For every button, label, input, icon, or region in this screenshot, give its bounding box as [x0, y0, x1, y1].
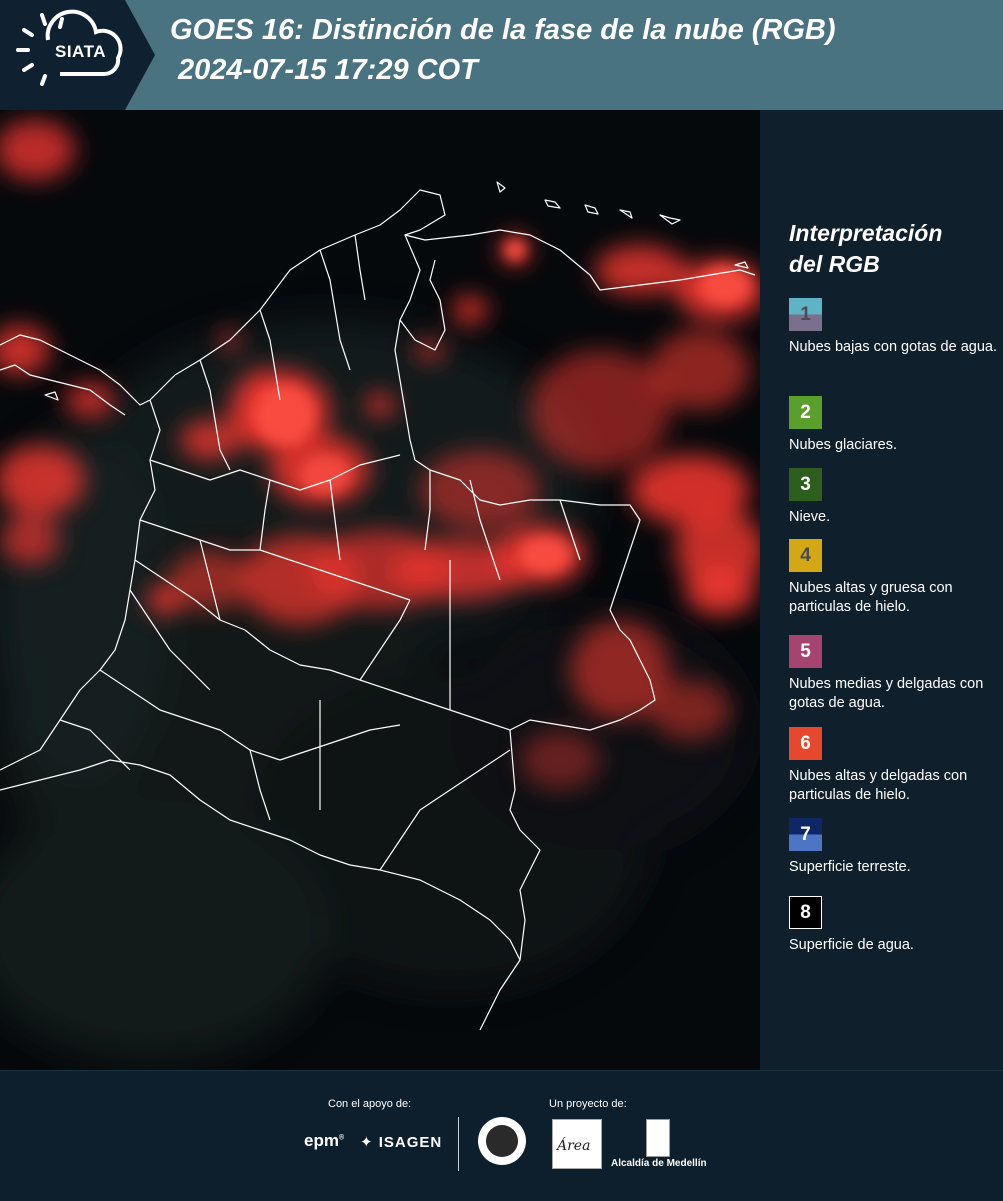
legend-number-2: 2 — [800, 402, 811, 423]
siata-logo-text: SIATA — [55, 42, 106, 61]
alcaldia-label: Alcaldía de Medellín — [611, 1158, 707, 1169]
legend-desc-6: Nubes altas y delgadas con particulas de… — [789, 768, 968, 803]
legend-item-2: 2 Nubes glaciares. — [789, 396, 999, 455]
legend-number-3: 3 — [800, 474, 811, 495]
alcaldia-shield-icon — [646, 1119, 670, 1157]
legend-item-3: 3 Nieve. — [789, 468, 999, 527]
legend-item-6: 6 Nubes altas y delgadas con particulas … — [789, 727, 999, 805]
legend-swatch-4: 4 — [789, 539, 822, 572]
legend-swatch-2: 2 — [789, 396, 822, 429]
legend-swatch-6: 6 — [789, 727, 822, 760]
isagen-logo: ✦ ISAGEN — [360, 1134, 443, 1151]
support-label: Con el apoyo de: — [328, 1098, 412, 1110]
legend-number-5: 5 — [800, 641, 811, 662]
legend-item-8: 8 Superficie de agua. — [789, 896, 999, 955]
legend-swatch-3: 3 — [789, 468, 822, 501]
medellin-seal-logo — [478, 1117, 526, 1165]
legend-number-7: 7 — [800, 824, 811, 845]
area-metropolitana-logo: Área — [552, 1119, 602, 1169]
legend-item-7: 7 Superficie terreste. — [789, 818, 999, 877]
legend-desc-7: Superficie terreste. — [789, 859, 911, 875]
legend-title-line1: Interpretación — [789, 220, 943, 246]
footer: Con el apoyo de: Un proyecto de: epm® ✦ … — [0, 1070, 1003, 1201]
legend-title-line2: del RGB — [789, 251, 880, 277]
isagen-logo-text: ISAGEN — [378, 1134, 443, 1151]
legend-desc-3: Nieve. — [789, 509, 831, 525]
area-logo-text: Área — [557, 1138, 591, 1154]
project-label: Un proyecto de: — [549, 1098, 627, 1110]
legend-item-4: 4 Nubes altas y gruesa con particulas de… — [789, 539, 999, 617]
legend-desc-2: Nubes glaciares. — [789, 437, 897, 453]
footer-divider — [458, 1117, 459, 1171]
legend-item-5: 5 Nubes medias y delgadas con gotas de a… — [789, 635, 999, 713]
epm-logo-text: epm — [304, 1131, 339, 1150]
epm-logo: epm® — [304, 1131, 345, 1150]
siata-logo: SIATA — [0, 0, 155, 110]
legend-desc-4: Nubes altas y gruesa con particulas de h… — [789, 580, 953, 615]
legend-number-4: 4 — [800, 545, 811, 566]
legend-title: Interpretación del RGB — [789, 218, 942, 280]
legend-item-1: 1 Nubes bajas con gotas de agua. — [789, 298, 999, 357]
legend-desc-5: Nubes medias y delgadas con gotas de agu… — [789, 676, 984, 711]
legend-number-8: 8 — [800, 902, 811, 923]
page-title: GOES 16: Distinción de la fase de la nub… — [170, 14, 836, 46]
legend-swatch-5: 5 — [789, 635, 822, 668]
header-bar: SIATA GOES 16: Distinción de la fase de … — [0, 0, 1003, 110]
legend-swatch-8: 8 — [789, 896, 822, 929]
satellite-map — [0, 110, 760, 1070]
timestamp: 2024-07-15 17:29 COT — [178, 54, 478, 86]
legend-desc-1: Nubes bajas con gotas de agua. — [789, 339, 997, 355]
legend-desc-8: Superficie de agua. — [789, 937, 914, 953]
legend-swatch-1: 1 — [789, 298, 822, 331]
legend-number-1: 1 — [800, 304, 811, 325]
legend-number-6: 6 — [800, 733, 811, 754]
legend-swatch-7: 7 — [789, 818, 822, 851]
legend-panel: Interpretación del RGB 1 Nubes bajas con… — [760, 110, 1003, 1070]
